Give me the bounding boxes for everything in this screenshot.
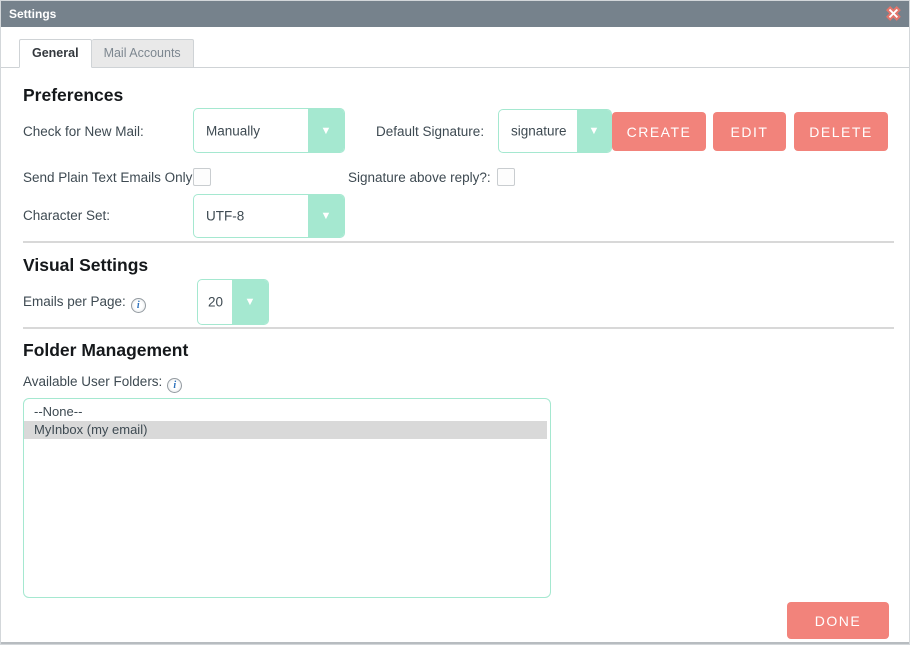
close-icon[interactable]: ✖	[886, 2, 901, 26]
chevron-down-icon[interactable]: ▼	[232, 280, 268, 324]
preferences-heading: Preferences	[23, 85, 123, 106]
dialog-bottom-border	[1, 642, 909, 644]
check-for-new-mail-value: Manually	[206, 123, 260, 138]
character-set-label: Character Set:	[23, 208, 110, 223]
delete-button[interactable]: DELETE	[794, 112, 888, 151]
settings-dialog: Settings ✖ General Mail Accounts Prefere…	[0, 0, 910, 645]
section-divider	[23, 241, 894, 243]
tab-general[interactable]: General	[19, 39, 92, 68]
chevron-down-icon[interactable]: ▼	[308, 195, 344, 237]
check-for-new-mail-select[interactable]: Manually ▼	[193, 108, 345, 153]
emails-per-page-label-text: Emails per Page:	[23, 294, 126, 309]
done-button[interactable]: DONE	[787, 602, 889, 639]
emails-per-page-label: Emails per Page: i	[23, 294, 146, 313]
edit-button[interactable]: EDIT	[713, 112, 786, 151]
available-user-folders-list: --None-- MyInbox (my email)	[23, 398, 551, 598]
info-icon[interactable]: i	[167, 378, 182, 393]
emails-per-page-value: 20	[208, 295, 223, 310]
folder-management-heading: Folder Management	[23, 340, 188, 361]
tab-bar: General Mail Accounts	[19, 39, 194, 68]
chevron-down-icon[interactable]: ▼	[577, 110, 611, 152]
tab-mail-accounts[interactable]: Mail Accounts	[92, 39, 194, 68]
list-item[interactable]: --None--	[24, 403, 550, 421]
info-icon[interactable]: i	[131, 298, 146, 313]
available-user-folders-label-text: Available User Folders:	[23, 374, 162, 389]
available-user-folders-label: Available User Folders: i	[23, 374, 182, 393]
chevron-down-icon[interactable]: ▼	[308, 109, 344, 152]
character-set-value: UTF-8	[206, 209, 244, 224]
create-button[interactable]: CREATE	[612, 112, 706, 151]
emails-per-page-select[interactable]: 20 ▼	[197, 279, 269, 325]
signature-above-reply-checkbox[interactable]	[497, 168, 515, 186]
dialog-titlebar: Settings	[1, 1, 909, 27]
check-for-new-mail-label: Check for New Mail:	[23, 124, 144, 139]
send-plain-text-checkbox[interactable]	[193, 168, 211, 186]
signature-above-reply-label: Signature above reply?:	[348, 170, 491, 185]
default-signature-select[interactable]: signature ▼	[498, 109, 612, 153]
section-divider	[23, 327, 894, 329]
default-signature-value: signature	[511, 124, 567, 139]
character-set-select[interactable]: UTF-8 ▼	[193, 194, 345, 238]
send-plain-text-label: Send Plain Text Emails Only:	[23, 170, 196, 185]
list-item[interactable]: MyInbox (my email)	[24, 421, 547, 439]
dialog-title: Settings	[9, 7, 56, 21]
default-signature-label: Default Signature:	[376, 124, 484, 139]
visual-settings-heading: Visual Settings	[23, 255, 148, 276]
